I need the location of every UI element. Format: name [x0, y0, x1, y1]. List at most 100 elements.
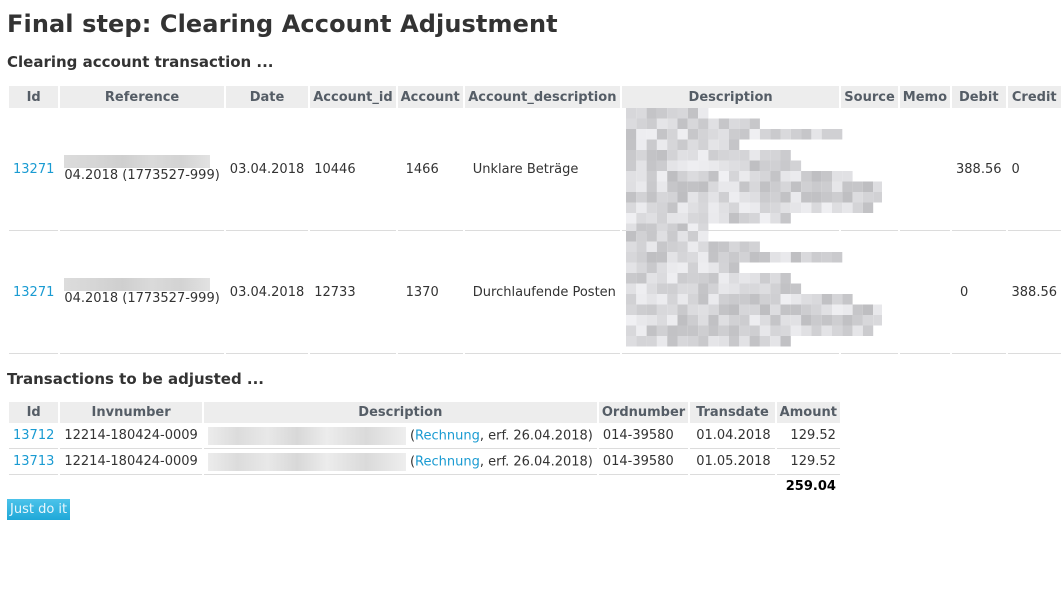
col-id: Id [9, 86, 59, 108]
redacted-pixel [708, 315, 719, 326]
redacted-pixel [646, 336, 657, 347]
redacted-pixel [646, 315, 657, 326]
redacted-pixel [790, 171, 802, 182]
redacted-pixel [667, 273, 678, 284]
redacted-pixel [667, 262, 678, 273]
redacted-pixel [739, 241, 750, 252]
redacted-pixel [780, 315, 791, 326]
redacted-pixel [646, 273, 657, 284]
redacted-pixel [687, 273, 699, 284]
redacted-pixel [677, 231, 688, 242]
redacted-pixel [708, 202, 719, 213]
redacted-pixel [821, 252, 832, 263]
redacted-pixel [677, 283, 688, 294]
redacted-pixel [698, 231, 709, 242]
redacted-pixel [667, 304, 678, 315]
transaction-id-link[interactable]: 13713 [13, 454, 54, 469]
redacted-pixel [646, 213, 657, 224]
amount-cell: 129.52 [776, 423, 840, 449]
redacted-pixel [687, 262, 699, 273]
redacted-pixel [759, 181, 771, 192]
redacted-pixel [862, 202, 874, 213]
redacted-pixel [759, 252, 771, 263]
redacted-pixel [625, 160, 637, 171]
redacted-pixel [646, 192, 657, 203]
ordnumber-cell: 014-39580 [598, 449, 689, 475]
redacted-pixel [646, 171, 657, 182]
redacted-pixel [728, 118, 740, 129]
amount-cell: 129.52 [776, 449, 840, 475]
col-description: Description [203, 402, 597, 423]
redacted-pixel [698, 118, 709, 129]
redacted-pixel [718, 294, 729, 305]
redacted-pixel [728, 129, 740, 140]
rechnung-link[interactable]: Rechnung [415, 428, 480, 443]
redacted-pixel [831, 202, 843, 213]
memo-cell [899, 231, 950, 354]
col-account-id: Account_id [310, 86, 396, 108]
redacted-pixel [718, 139, 729, 150]
redacted-pixel [667, 150, 678, 161]
redacted-description-pixels [625, 108, 882, 234]
redacted-pixel [667, 160, 678, 171]
redacted-pixel [759, 304, 771, 315]
redacted-pixel [780, 150, 791, 161]
redacted-pixel [687, 202, 699, 213]
transaction-id-link[interactable]: 13271 [13, 285, 54, 300]
redacted-pixel [811, 304, 822, 315]
redacted-pixel [728, 262, 740, 273]
redacted-pixel [656, 129, 668, 140]
redacted-pixel [687, 171, 699, 182]
redacted-pixel [831, 181, 843, 192]
redacted-pixel [708, 304, 719, 315]
transaction-id-link[interactable]: 13712 [13, 428, 54, 443]
redacted-pixel [718, 213, 729, 224]
just-do-it-button[interactable]: Just do it [7, 499, 71, 520]
account-id-cell: 12733 [310, 231, 396, 354]
redacted-pixel [677, 252, 688, 263]
redacted-pixel [728, 171, 740, 182]
redacted-pixel [708, 213, 719, 224]
redacted-pixel [687, 160, 699, 171]
transaction-id-link[interactable]: 13271 [13, 162, 54, 177]
clearing-account-table: Id Reference Date Account_id Account Acc… [7, 86, 1063, 354]
redacted-pixel [708, 160, 719, 171]
redacted-pixel [667, 108, 678, 119]
redacted-pixel [842, 181, 853, 192]
redacted-pixel [770, 129, 781, 140]
redacted-pixel [739, 273, 750, 284]
redacted-pixel [852, 192, 863, 203]
redacted-pixel [625, 336, 637, 347]
redacted-pixel [656, 336, 668, 347]
redacted-pixel [770, 213, 781, 224]
redacted-pixel [677, 336, 688, 347]
debit-cell: 388.56 [952, 108, 1006, 231]
redacted-pixel [831, 325, 843, 336]
redacted-pixel [780, 160, 791, 171]
redacted-pixel [770, 150, 781, 161]
redacted-pixel [728, 160, 740, 171]
redacted-pixel [770, 315, 781, 326]
description-cell: (Rechnung, erf. 26.04.2018) [203, 449, 597, 475]
redacted-pixel [831, 252, 843, 263]
redacted-pixel [687, 283, 699, 294]
col-memo: Memo [899, 86, 950, 108]
redacted-pixel [718, 241, 729, 252]
redacted-pixel [728, 213, 740, 224]
redacted-pixel [821, 304, 832, 315]
redacted-pixel [636, 283, 647, 294]
redacted-pixel [749, 315, 760, 326]
redacted-pixel [656, 118, 668, 129]
date-cell: 03.04.2018 [225, 231, 309, 354]
redacted-pixel [862, 315, 874, 326]
redacted-pixel [677, 241, 688, 252]
redacted-pixel [749, 304, 760, 315]
redacted-pixel [708, 283, 719, 294]
redacted-pixel [656, 241, 668, 252]
redacted-pixel [749, 181, 760, 192]
redacted-pixel [687, 150, 699, 161]
col-transdate: Transdate [690, 402, 775, 423]
rechnung-link[interactable]: Rechnung [415, 454, 480, 469]
redacted-pixel [656, 181, 668, 192]
redacted-pixel [687, 294, 699, 305]
